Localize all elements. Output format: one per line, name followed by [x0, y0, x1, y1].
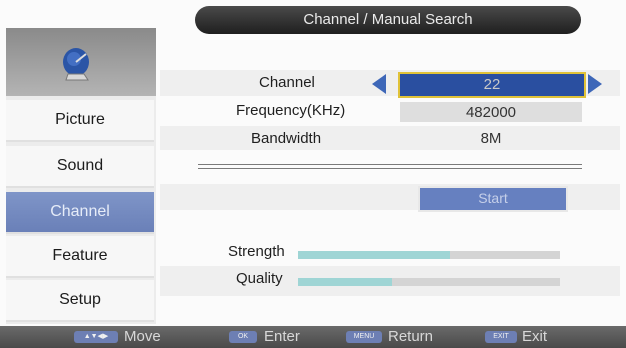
strength-meter-fill	[298, 251, 450, 259]
exit-hint: Exit	[522, 328, 548, 345]
frequency-label: Frequency(KHz)	[236, 102, 346, 119]
channel-next-arrow-icon[interactable]	[588, 74, 602, 94]
sidebar-item-sound[interactable]: Sound	[6, 146, 154, 188]
frequency-value: 482000	[465, 104, 517, 121]
enter-hint: Enter	[264, 328, 300, 345]
channel-value[interactable]: 22	[398, 72, 586, 98]
return-hint: Return	[388, 328, 434, 345]
divider	[198, 164, 582, 165]
quality-meter-fill	[298, 278, 393, 286]
move-key-icon: ▲▼◀▶	[74, 331, 118, 343]
strength-label: Strength	[228, 243, 285, 260]
sidebar-item-setup[interactable]: Setup	[6, 280, 154, 322]
strength-meter	[298, 251, 560, 259]
bandwidth-label: Bandwidth	[251, 130, 322, 147]
sidebar-item-picture[interactable]: Picture	[6, 100, 154, 142]
exit-key-icon: EXIT	[485, 331, 517, 343]
sidebar-item-feature[interactable]: Feature	[6, 236, 154, 278]
quality-label: Quality	[236, 270, 283, 287]
channel-label: Channel	[259, 74, 315, 91]
page-title: Channel / Manual Search	[195, 6, 581, 34]
start-button[interactable]: Start	[418, 186, 568, 212]
bandwidth-value: 8M	[480, 130, 502, 147]
divider	[198, 168, 582, 169]
channel-prev-arrow-icon[interactable]	[372, 74, 386, 94]
sidebar-item-channel[interactable]: Channel	[6, 192, 154, 234]
menu-key-icon: MENU	[346, 331, 382, 343]
move-hint: Move	[124, 328, 161, 345]
satellite-dish-icon	[63, 48, 89, 81]
quality-meter	[298, 278, 560, 286]
ok-key-icon: OK	[229, 331, 257, 343]
